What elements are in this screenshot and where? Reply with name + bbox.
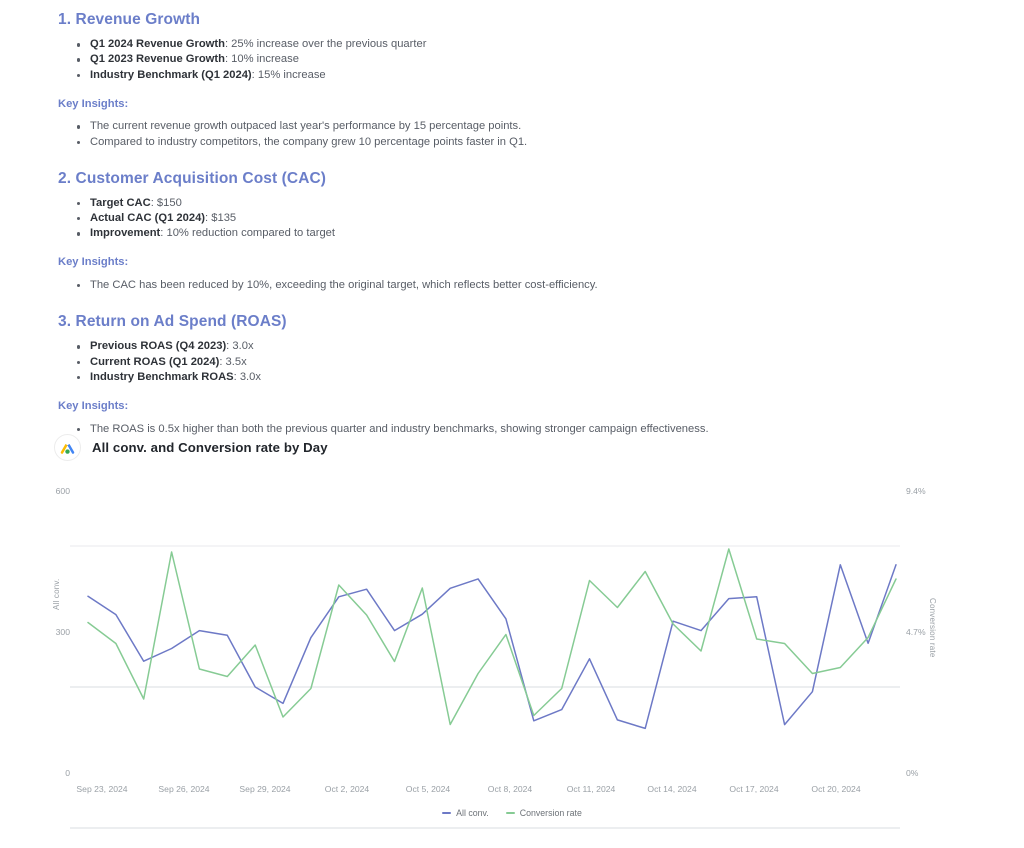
bullet-label: Q1 2023 Revenue Growth <box>90 53 225 66</box>
bullet-value: : 10% increase <box>224 53 299 66</box>
x-tick-3: Oct 2, 2024 <box>324 784 370 794</box>
key-insights-label: Key Insights: <box>58 256 129 269</box>
bullet-label: Industry Benchmark ROAS <box>90 370 234 383</box>
series-line-conversion-rate <box>87 548 897 726</box>
y-tick-right-47: 4.7% <box>906 627 926 637</box>
x-tick-8: Oct 17, 2024 <box>729 784 779 794</box>
list-item: Q1 2024 Revenue Growth: 25% increase ove… <box>77 37 958 52</box>
y-tick-right-0: 0% <box>906 768 919 778</box>
legend-label-conversion-rate: Conversion rate <box>519 808 582 818</box>
y-axis-title-left: All conv. <box>52 578 61 610</box>
chart-legend: All conv. Conversion rate <box>0 808 1024 818</box>
section-title-revenue-growth: 1. Revenue Growth <box>58 11 201 28</box>
bullet-label: Q1 2024 Revenue Growth <box>90 38 225 51</box>
bullet-value: : $150 <box>150 196 182 209</box>
legend-swatch-conversion-rate <box>505 812 515 814</box>
bullet-value: : $135 <box>205 212 237 225</box>
list-item: Current ROAS (Q1 2024): 3.5x <box>77 355 958 370</box>
x-tick-2: Sep 29, 2024 <box>239 784 291 794</box>
section-title-cac: 2. Customer Acquisition Cost (CAC) <box>58 169 327 187</box>
bullet-value: : 25% increase over the previous quarter <box>224 38 427 51</box>
list-item: Compared to industry competitors, the co… <box>77 135 958 150</box>
key-insights-list-cac: The CAC has been reduced by 10%, exceedi… <box>58 278 958 293</box>
list-item: The current revenue growth outpaced last… <box>77 119 958 134</box>
y-axis-title-right: Conversion rate <box>928 598 937 658</box>
key-insights-list-revenue-growth: The current revenue growth outpaced last… <box>58 119 958 149</box>
bullet-value: : 3.0x <box>226 340 254 353</box>
legend-swatch-all-conv <box>442 812 452 814</box>
section-title-roas: 3. Return on Ad Spend (ROAS) <box>58 313 287 331</box>
bullet-label: Target CAC <box>90 196 151 209</box>
x-tick-1: Sep 26, 2024 <box>158 784 210 794</box>
x-tick-5: Oct 8, 2024 <box>487 784 533 794</box>
bullet-label: Improvement <box>90 227 161 240</box>
bullet-value: : 10% reduction compared to target <box>160 227 336 240</box>
y-tick-left-0: 0 <box>65 768 70 778</box>
x-tick-6: Oct 11, 2024 <box>566 784 616 794</box>
x-tick-0: Sep 23, 2024 <box>76 784 128 794</box>
bullet-value: : 3.0x <box>233 370 261 383</box>
google-ads-logo-icon <box>54 434 81 461</box>
x-tick-7: Oct 14, 2024 <box>647 784 697 794</box>
legend-label-all-conv: All conv. <box>456 808 489 818</box>
bullet-label: Industry Benchmark (Q1 2024) <box>90 68 252 81</box>
section-bullets-cac: Target CAC: $150 Actual CAC (Q1 2024): $… <box>58 196 958 242</box>
legend-item-conversion-rate[interactable]: Conversion rate <box>505 808 582 818</box>
x-tick-9: Oct 20, 2024 <box>811 784 861 794</box>
list-item: Industry Benchmark ROAS: 3.0x <box>77 370 958 385</box>
key-insights-label: Key Insights: <box>58 399 129 412</box>
chart-header: All conv. and Conversion rate by Day <box>54 434 328 461</box>
bullet-value: : 15% increase <box>251 68 326 81</box>
list-item: Target CAC: $150 <box>77 196 958 211</box>
list-item: Actual CAC (Q1 2024): $135 <box>77 211 958 226</box>
report-body: 1. Revenue Growth Q1 2024 Revenue Growth… <box>58 10 958 437</box>
report-page: 1. Revenue Growth Q1 2024 Revenue Growth… <box>0 0 1024 848</box>
list-item: The CAC has been reduced by 10%, exceedi… <box>77 278 958 293</box>
bullet-value: : 3.5x <box>219 355 247 368</box>
section-bullets-roas: Previous ROAS (Q4 2023): 3.0x Current RO… <box>58 339 958 385</box>
bullet-label: Current ROAS (Q1 2024) <box>90 355 220 368</box>
bullet-label: Previous ROAS (Q4 2023) <box>90 340 227 353</box>
key-insights-label: Key Insights: <box>58 97 129 110</box>
section-bullets-revenue-growth: Q1 2024 Revenue Growth: 25% increase ove… <box>58 37 958 83</box>
chart-title: All conv. and Conversion rate by Day <box>92 440 328 455</box>
bullet-label: Actual CAC (Q1 2024) <box>90 212 206 225</box>
chart-card: All conv. and Conversion rate by Day All… <box>0 420 1024 840</box>
y-tick-left-600: 600 <box>55 486 70 496</box>
list-item: Q1 2023 Revenue Growth: 10% increase <box>77 52 958 67</box>
list-item: Improvement: 10% reduction compared to t… <box>77 226 958 241</box>
legend-item-all-conv[interactable]: All conv. <box>442 808 489 818</box>
list-item: Previous ROAS (Q4 2023): 3.0x <box>77 339 958 354</box>
y-tick-right-94: 9.4% <box>906 486 926 496</box>
y-tick-left-300: 300 <box>55 627 70 637</box>
x-tick-4: Oct 5, 2024 <box>405 784 451 794</box>
list-item: Industry Benchmark (Q1 2024): 15% increa… <box>77 68 958 83</box>
series-line-all-conv <box>87 564 897 730</box>
